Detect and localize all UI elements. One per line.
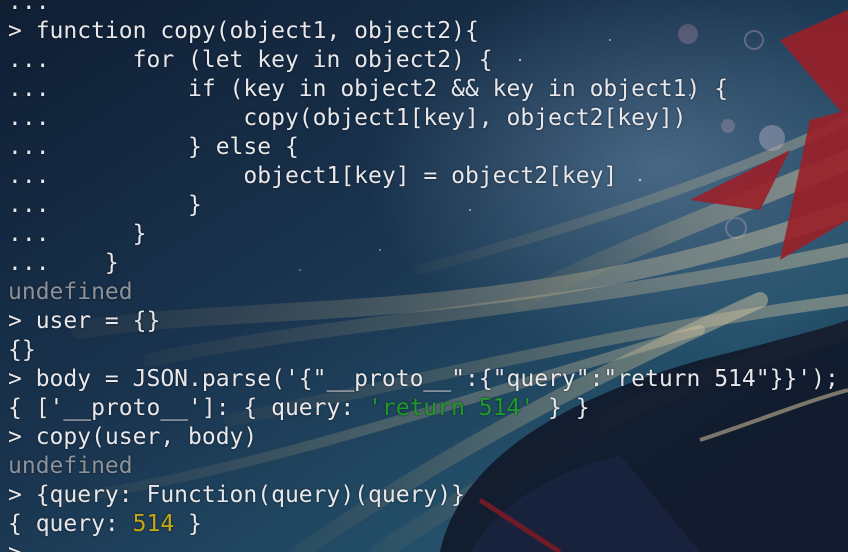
terminal-text: ... } (8, 221, 147, 247)
terminal-text: ... (8, 0, 50, 15)
terminal-line: ... } else { (8, 133, 848, 162)
terminal-text: > {query: Function(query)(query)} (8, 482, 465, 508)
terminal-text: > (8, 540, 22, 552)
terminal-line: ... (8, 0, 848, 17)
terminal-text: { query: (8, 511, 133, 537)
terminal-line: undefined (8, 452, 848, 481)
terminal-line: > body = JSON.parse('{"__proto__":{"quer… (8, 365, 848, 394)
terminal-text: ... } else { (8, 134, 299, 160)
terminal-line: > copy(user, body) (8, 423, 848, 452)
terminal-line: ... } (8, 249, 848, 278)
terminal-text: ... copy(object1[key], object2[key]) (8, 105, 687, 131)
undefined-output: undefined (8, 453, 133, 479)
terminal-text: ... for (let key in object2) { (8, 47, 493, 73)
terminal-line: > {query: Function(query)(query)} (8, 481, 848, 510)
terminal-text: ... } (8, 250, 119, 276)
terminal-text: } } (534, 395, 590, 421)
terminal-line: ... } (8, 220, 848, 249)
terminal-text: ... } (8, 192, 202, 218)
terminal-line: > function copy(object1, object2){ (8, 17, 848, 46)
terminal-output[interactable]: ... > function copy(object1, object2){...… (8, 0, 848, 552)
terminal-line: > user = {} (8, 307, 848, 336)
terminal-text: {} (8, 337, 36, 363)
terminal-line: undefined (8, 278, 848, 307)
terminal-line: ... copy(object1[key], object2[key]) (8, 104, 848, 133)
terminal-text: } (174, 511, 202, 537)
terminal-line: ... object1[key] = object2[key] (8, 162, 848, 191)
terminal-line: ... if (key in object2 && key in object1… (8, 75, 848, 104)
terminal-text: > copy(user, body) (8, 424, 258, 450)
terminal-text: > function copy(object1, object2){ (8, 18, 479, 44)
terminal-line: {} (8, 336, 848, 365)
terminal-line: ... } (8, 191, 848, 220)
terminal-line: ... for (let key in object2) { (8, 46, 848, 75)
terminal-line: { ['__proto__']: { query: 'return 514' }… (8, 394, 848, 423)
terminal-line: > (8, 539, 848, 552)
terminal-line: { query: 514 } (8, 510, 848, 539)
terminal-text: ... object1[key] = object2[key] (8, 163, 618, 189)
number-literal: 514 (132, 511, 175, 537)
terminal-text: > body = JSON.parse('{"__proto__":{"quer… (8, 366, 839, 392)
undefined-output: undefined (8, 279, 133, 305)
string-literal: 'return 514' (368, 395, 535, 421)
terminal-text: { ['__proto__']: { query: (8, 395, 369, 421)
terminal-text: > user = {} (8, 308, 161, 334)
terminal-text: ... if (key in object2 && key in object1… (8, 76, 729, 102)
